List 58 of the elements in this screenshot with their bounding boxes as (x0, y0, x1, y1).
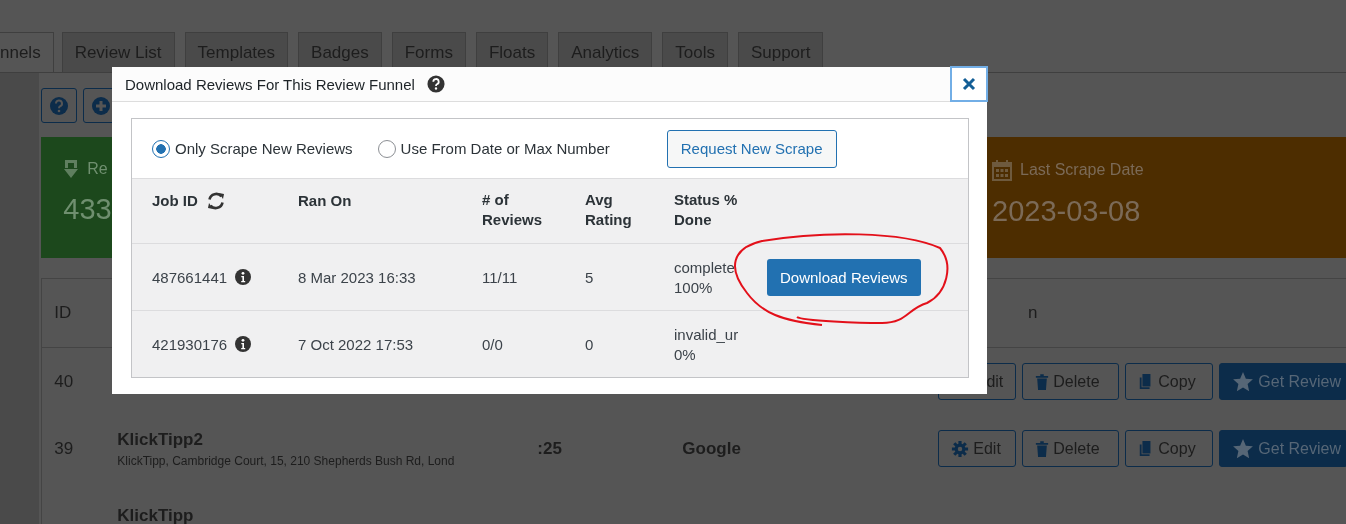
radio-option[interactable]: Use From Date or Max Number (377, 139, 610, 158)
copy-button[interactable]: Copy (1125, 363, 1214, 400)
id-cell-text: 39 (53, 438, 75, 459)
close-button[interactable] (950, 66, 988, 102)
copy-button[interactable]: Copy (1125, 430, 1214, 467)
refresh-icon[interactable] (205, 191, 226, 211)
help-icon[interactable] (426, 75, 445, 93)
tab[interactable]: nnels (0, 32, 54, 72)
stat-value: 433 (63, 193, 112, 226)
star-icon (1232, 437, 1255, 460)
reviews-button[interactable]: Get Review (1219, 430, 1346, 467)
avg-rating: 0 (585, 335, 594, 353)
job-id: 421930176 (152, 335, 228, 353)
avg-rating: 5 (585, 268, 594, 286)
ran-on: 8 Mar 2023 16:33 (298, 268, 416, 286)
ran-on: 7 Oct 2022 17:53 (298, 335, 414, 353)
funnel-name: KlickTipp2 (117, 429, 204, 450)
column-header: # of Reviews (482, 190, 544, 230)
column-header: n (1027, 303, 1039, 323)
id-cell-text: 40 (53, 371, 75, 392)
star-icon (1232, 370, 1255, 393)
review-count: 0/0 (482, 335, 503, 353)
dialog-title: Download Reviews For This Review Funnel (125, 75, 415, 93)
trash-icon (1035, 439, 1050, 458)
job-status: invalid_ur (674, 325, 740, 343)
job-id: 487661441 (152, 268, 228, 286)
source-cell-text: Google (682, 438, 742, 459)
help-icon (49, 95, 70, 116)
trash-icon (1035, 372, 1050, 391)
column-header: Ran On (298, 192, 352, 209)
plus-icon (91, 95, 112, 116)
column-header: ID (53, 303, 73, 323)
column-header: Job ID (152, 191, 198, 211)
stat-label: Last Scrape Date (1020, 161, 1144, 179)
funnel-address: KlickTipp, Cambridge Court, 15, 210 Shepherds Bush Rd, Lond (117, 453, 456, 468)
delete-button[interactable]: Delete (1022, 430, 1120, 467)
info-icon[interactable] (235, 336, 252, 352)
request-scrape-button[interactable]: Request New Scrape (666, 129, 837, 168)
review-count: 11/11 (482, 268, 518, 286)
radio-option[interactable]: Only Scrape New Reviews (152, 139, 353, 158)
download-icon (63, 159, 80, 179)
reviews-button[interactable]: Get Review (1219, 363, 1346, 400)
funnel-name: KlickTipp (117, 505, 195, 524)
calendar-icon (992, 159, 1012, 181)
stat-value: 2023-03-08 (992, 195, 1141, 228)
percent-done: 100% (674, 278, 714, 296)
edit-button[interactable]: Edit (938, 430, 1017, 467)
gear-icon (951, 439, 970, 458)
download-reviews-button[interactable]: Download Reviews (767, 258, 921, 296)
job-status: complete (674, 258, 736, 276)
column-header: Avg Rating (585, 190, 633, 230)
percent-done: 0% (674, 345, 697, 363)
stat-label: Re (87, 160, 108, 178)
info-icon[interactable] (235, 269, 252, 285)
time-cell-text: :25 (537, 438, 563, 459)
close-icon (962, 77, 976, 91)
column-header: Status % Done (674, 190, 739, 230)
delete-button[interactable]: Delete (1022, 363, 1120, 400)
